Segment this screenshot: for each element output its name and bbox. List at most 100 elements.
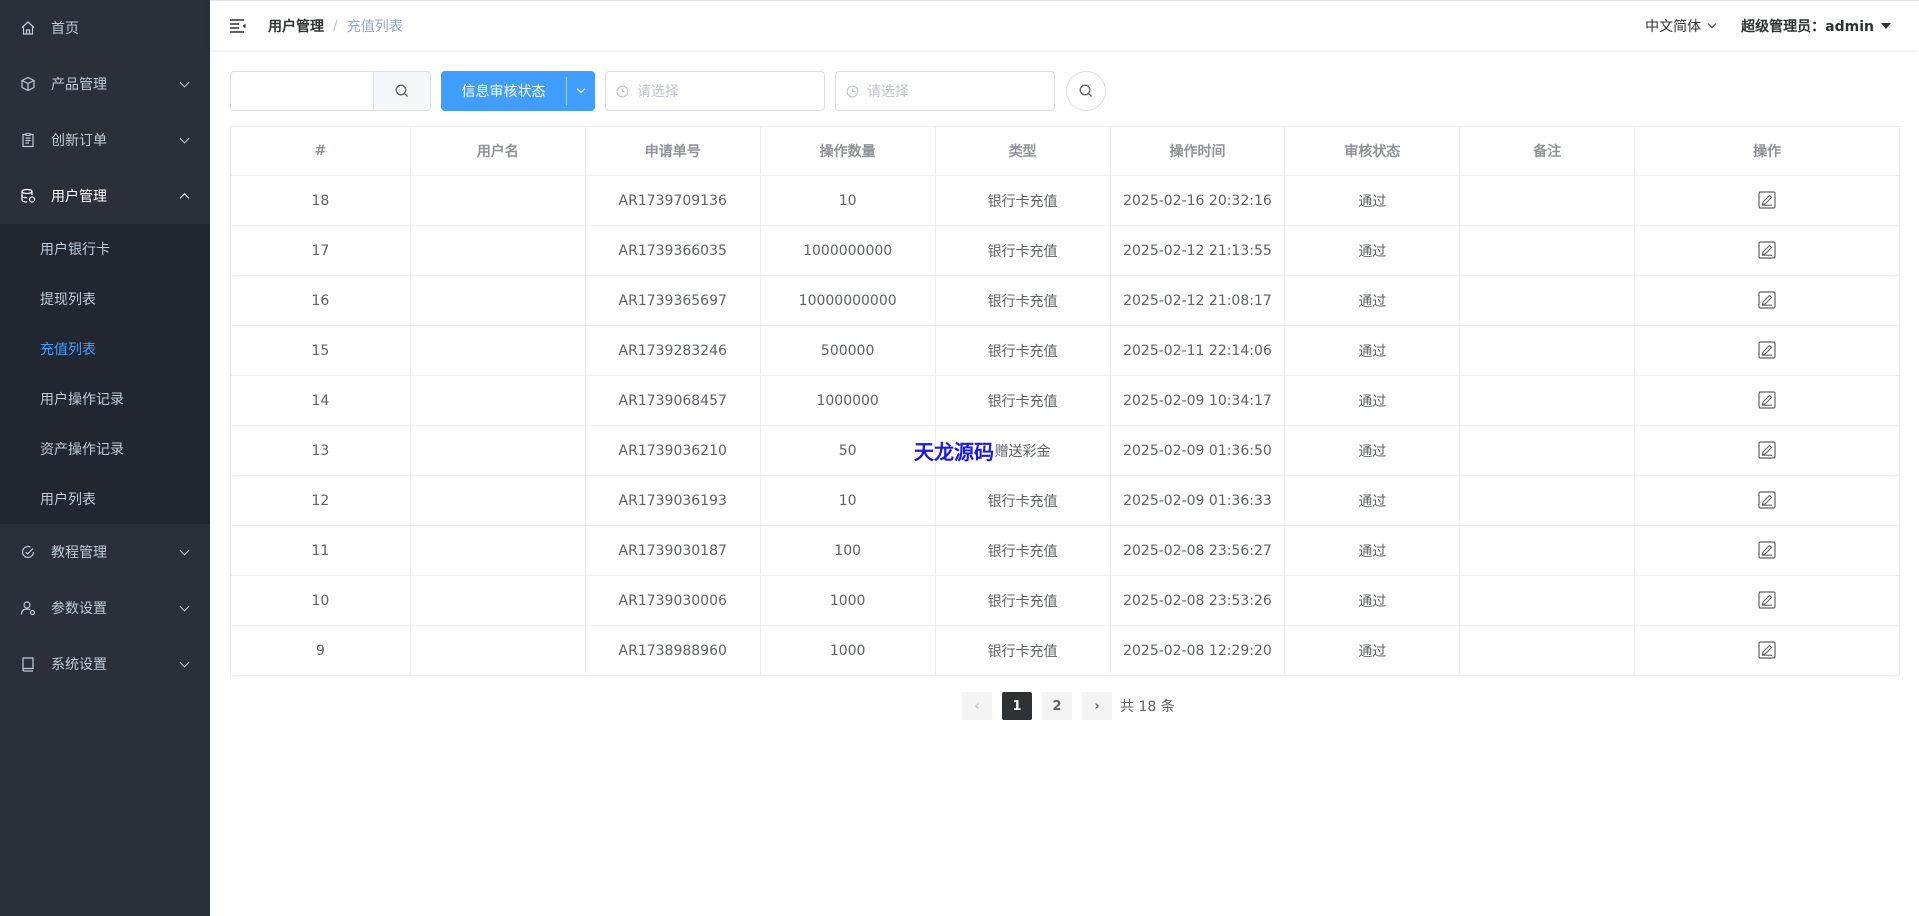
chevron-down-icon bbox=[1707, 19, 1717, 29]
search-group bbox=[230, 71, 431, 111]
edit-button[interactable] bbox=[1756, 439, 1778, 461]
cell-remark bbox=[1459, 325, 1636, 376]
date-start-picker[interactable]: 请选择 bbox=[605, 71, 825, 111]
sidebar-item-label: 用户管理 bbox=[51, 189, 107, 205]
edit-icon bbox=[1758, 390, 1776, 409]
cell-order-no: AR1739068457 bbox=[584, 375, 761, 426]
cell-status: 通过 bbox=[1284, 375, 1461, 426]
home-icon bbox=[20, 20, 36, 36]
sidebar-subitem-asset-logs[interactable]: 资产操作记录 bbox=[0, 424, 210, 474]
edit-button[interactable] bbox=[1756, 239, 1778, 261]
sidebar-item-system[interactable]: 系统设置 bbox=[0, 636, 210, 692]
clock-icon bbox=[846, 85, 859, 97]
cell-order-no: AR1739030187 bbox=[584, 525, 761, 576]
cell-actions bbox=[1634, 325, 1900, 376]
language-label: 中文简体 bbox=[1645, 19, 1702, 35]
sidebar-item-label: 参数设置 bbox=[51, 601, 107, 617]
edit-button[interactable] bbox=[1756, 539, 1778, 561]
cell-time: 2025-02-09 01:36:33 bbox=[1109, 475, 1286, 526]
cell-index: 16 bbox=[230, 275, 411, 326]
search-submit-button[interactable] bbox=[1066, 71, 1106, 111]
edit-button[interactable] bbox=[1756, 189, 1778, 211]
table-row: 17 AR1739366035 1000000000 银行卡充值 2025-02-12 … bbox=[230, 225, 1900, 276]
search-icon bbox=[395, 84, 408, 97]
search-button[interactable] bbox=[373, 72, 430, 110]
cell-index: 9 bbox=[230, 625, 411, 676]
cell-actions bbox=[1634, 425, 1900, 476]
pagination-page-1[interactable]: 1 bbox=[1002, 692, 1032, 720]
cell-time: 2025-02-12 21:08:17 bbox=[1109, 275, 1286, 326]
chevron-down-icon bbox=[179, 657, 190, 668]
column-header-username: 用户名 bbox=[409, 126, 586, 176]
column-header-remark: 备注 bbox=[1459, 126, 1636, 176]
audit-status-button[interactable]: 信息审核状态 bbox=[441, 71, 566, 111]
cell-order-no: AR1739709136 bbox=[584, 175, 761, 226]
database-icon bbox=[20, 188, 36, 204]
sidebar-item-orders[interactable]: 创新订单 bbox=[0, 112, 210, 168]
cell-order-no: AR1739366035 bbox=[584, 225, 761, 276]
cell-status: 通过 bbox=[1284, 575, 1461, 626]
audit-status-toggle[interactable] bbox=[566, 77, 595, 105]
cell-remark bbox=[1459, 525, 1636, 576]
edit-button[interactable] bbox=[1756, 339, 1778, 361]
language-selector[interactable]: 中文简体 bbox=[1645, 16, 1717, 36]
sidebar-item-tutorials[interactable]: 教程管理 bbox=[0, 524, 210, 580]
pagination-next-button[interactable]: › bbox=[1082, 692, 1112, 720]
sidebar-item-home[interactable]: 首页 bbox=[0, 0, 210, 56]
cell-order-no: AR1739283246 bbox=[584, 325, 761, 376]
user-menu[interactable]: 超级管理员：admin bbox=[1741, 16, 1891, 36]
cell-username bbox=[409, 575, 586, 626]
cell-index: 10 bbox=[230, 575, 411, 626]
cell-index: 11 bbox=[230, 525, 411, 576]
table-row: 12 AR1739036193 10 银行卡充值 2025-02-09 01:36:33… bbox=[230, 475, 1900, 526]
cell-amount: 10000000000 bbox=[759, 275, 936, 326]
filter-bar: 信息审核状态 请选择 请选择 bbox=[230, 71, 1106, 111]
check-circle-icon bbox=[20, 544, 36, 560]
pagination-page-2[interactable]: 2 bbox=[1042, 692, 1072, 720]
sidebar-item-label: 首页 bbox=[51, 21, 79, 37]
sidebar-item-params[interactable]: 参数设置 bbox=[0, 580, 210, 636]
edit-icon bbox=[1758, 590, 1776, 609]
cell-amount: 500000 bbox=[759, 325, 936, 376]
cell-index: 14 bbox=[230, 375, 411, 426]
sidebar-subitem-user-list[interactable]: 用户列表 bbox=[0, 474, 210, 524]
breadcrumb-item-current: 充值列表 bbox=[346, 18, 403, 35]
edit-button[interactable] bbox=[1756, 589, 1778, 611]
sidebar-item-products[interactable]: 产品管理 bbox=[0, 56, 210, 112]
cell-remark bbox=[1459, 425, 1636, 476]
cell-actions bbox=[1634, 275, 1900, 326]
sidebar: 首页 产品管理 创新订单 用户管理 用户银行卡 提现列表 充值列表 用户操作记录… bbox=[0, 0, 210, 916]
cell-username bbox=[409, 275, 586, 326]
sidebar-item-users[interactable]: 用户管理 bbox=[0, 168, 210, 224]
sidebar-subitem-bank-cards[interactable]: 用户银行卡 bbox=[0, 224, 210, 274]
cell-amount: 1000 bbox=[759, 625, 936, 676]
edit-button[interactable] bbox=[1756, 639, 1778, 661]
sidebar-subitem-withdrawals[interactable]: 提现列表 bbox=[0, 274, 210, 324]
sidebar-subitem-user-logs[interactable]: 用户操作记录 bbox=[0, 374, 210, 424]
pagination-prev-button[interactable]: ‹ bbox=[962, 692, 992, 720]
table-row: 16 AR1739365697 10000000000 银行卡充值 2025-02-12… bbox=[230, 275, 1900, 326]
cell-username bbox=[409, 225, 586, 276]
edit-icon bbox=[1758, 340, 1776, 359]
cell-status: 通过 bbox=[1284, 425, 1461, 476]
edit-button[interactable] bbox=[1756, 389, 1778, 411]
date-end-picker[interactable]: 请选择 bbox=[835, 71, 1055, 111]
search-input[interactable] bbox=[231, 72, 373, 110]
chevron-down-icon bbox=[179, 77, 190, 88]
cell-actions bbox=[1634, 175, 1900, 226]
column-header-status: 审核状态 bbox=[1284, 126, 1461, 176]
breadcrumb-item-users[interactable]: 用户管理 bbox=[268, 16, 324, 36]
chevron-down-icon bbox=[576, 84, 586, 94]
cell-amount: 10 bbox=[759, 475, 936, 526]
cell-time: 2025-02-08 12:29:20 bbox=[1109, 625, 1286, 676]
cell-username bbox=[409, 425, 586, 476]
hamburger-menu-icon[interactable] bbox=[228, 16, 248, 36]
cell-status: 通过 bbox=[1284, 475, 1461, 526]
table-row: 15 AR1739283246 500000 银行卡充值 2025-02-11 22:1… bbox=[230, 325, 1900, 376]
edit-button[interactable] bbox=[1756, 489, 1778, 511]
edit-button[interactable] bbox=[1756, 289, 1778, 311]
cell-order-no: AR1739030006 bbox=[584, 575, 761, 626]
sidebar-subitem-recharges[interactable]: 充值列表 bbox=[0, 324, 210, 374]
recharge-table: # 用户名 申请单号 操作数量 类型 操作时间 审核状态 备注 操作 18 AR1… bbox=[230, 126, 1900, 676]
chevron-up-icon bbox=[179, 193, 190, 204]
